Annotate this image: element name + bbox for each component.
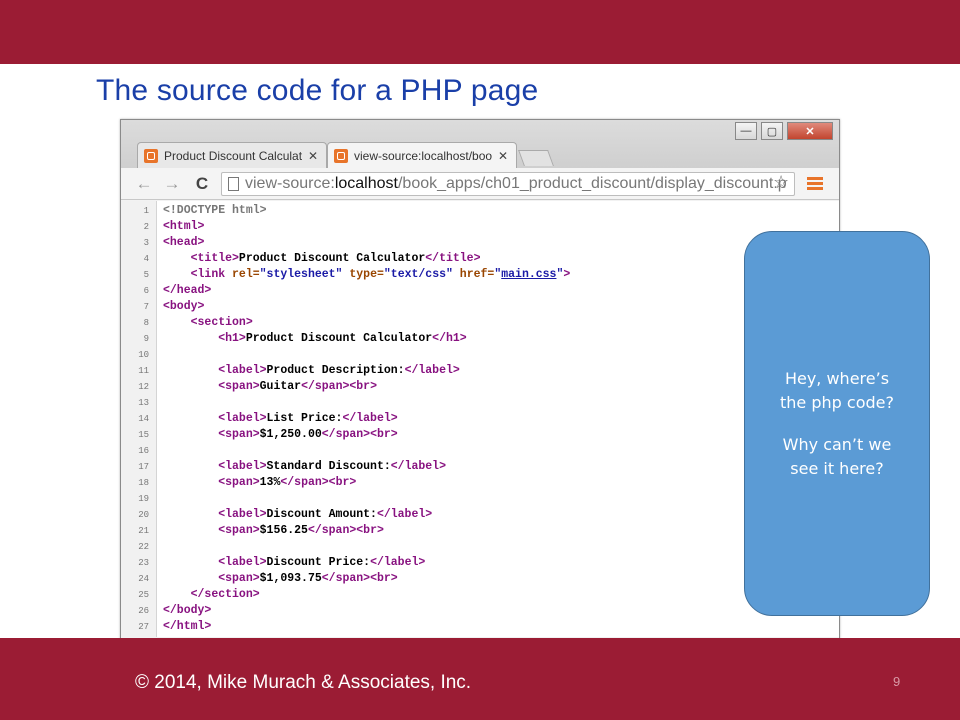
source-line: 18 <span>13%</span><br>: [138, 476, 357, 489]
new-tab-button[interactable]: [518, 150, 554, 166]
xampp-favicon-icon: [144, 148, 158, 163]
close-icon[interactable]: ✕: [496, 149, 510, 163]
source-line: 14 <label>List Price:</label>: [138, 412, 398, 425]
source-line: 26 </body>: [138, 604, 212, 617]
address-bar[interactable]: view-source:localhost/book_apps/ch01_pro…: [221, 172, 795, 196]
browser-titlebar: Product Discount Calculat ✕ view-source:…: [121, 120, 839, 168]
source-line: 21 <span>$156.25</span><br>: [138, 524, 384, 537]
page-icon: [228, 177, 239, 191]
source-line: 1 <!DOCTYPE html>: [143, 204, 267, 217]
source-line: 10: [138, 350, 149, 360]
forward-arrow-icon[interactable]: →: [161, 173, 183, 195]
page-number: 9: [893, 674, 901, 689]
tab-view-source[interactable]: view-source:localhost/boo ✕: [327, 142, 517, 168]
source-line: 13: [138, 398, 149, 408]
main-css-link[interactable]: main.css: [501, 268, 556, 281]
source-line: 4 <title>Product Discount Calculator</ti…: [143, 252, 481, 265]
source-line: 17 <label>Standard Discount:</label>: [138, 460, 446, 473]
source-line: 27 </html>: [138, 620, 212, 633]
source-line: 11 <label>Product Description:</label>: [138, 364, 460, 377]
copyright-text: © 2014, Mike Murach & Associates, Inc.: [135, 672, 472, 693]
source-line: 2 <html>: [143, 220, 205, 233]
source-line: 8 <section>: [143, 316, 253, 329]
source-view: 1 <!DOCTYPE html> 2 <html> 3 <head> 4 <titl…: [121, 201, 839, 637]
callout-line: Hey, where’s: [784, 368, 890, 388]
minimize-button[interactable]: —: [735, 122, 757, 140]
xampp-favicon-icon: [334, 148, 348, 163]
url-text: view-source:localhost/book_apps/ch01_pro…: [245, 175, 787, 192]
browser-toolbar: ← → C view-source:localhost/book_apps/ch…: [121, 168, 839, 200]
callout-line: see it here?: [790, 458, 884, 478]
source-line: 16: [138, 446, 149, 456]
hamburger-menu-icon[interactable]: [807, 177, 823, 191]
browser-window: Product Discount Calculat ✕ view-source:…: [120, 119, 840, 647]
back-arrow-icon[interactable]: ←: [133, 173, 155, 195]
callout-line: Why can’t we: [782, 434, 892, 454]
callout-box: Hey, where’s the php code? Why can’t we …: [744, 231, 930, 616]
tab-product-discount[interactable]: Product Discount Calculat ✕: [137, 142, 327, 168]
source-line: 5 <link rel="stylesheet" type="text/css"…: [143, 268, 571, 281]
source-line: 19: [138, 494, 149, 504]
bookmark-star-icon[interactable]: ☆: [773, 172, 789, 193]
source-line: 20 <label>Discount Amount:</label>: [138, 508, 433, 521]
source-line: 25 </section>: [138, 588, 260, 601]
close-window-button[interactable]: ✕: [787, 122, 833, 140]
top-banner: [0, 0, 960, 64]
slide-title: The source code for a PHP page: [96, 74, 539, 107]
reload-icon[interactable]: C: [191, 173, 213, 195]
maximize-button[interactable]: ▢: [761, 122, 783, 140]
source-line: 6 </head>: [143, 284, 212, 297]
source-line: 24 <span>$1,093.75</span><br>: [138, 572, 398, 585]
source-line: 12 <span>Guitar</span><br>: [138, 380, 377, 393]
tab-label: view-source:localhost/boo: [354, 148, 492, 163]
source-line: 7 <body>: [143, 300, 205, 313]
source-line: 23 <label>Discount Price:</label>: [138, 556, 426, 569]
close-icon[interactable]: ✕: [306, 149, 320, 163]
tab-label: Product Discount Calculat: [164, 148, 302, 163]
callout-line: the php code?: [780, 392, 894, 412]
source-line: 3 <head>: [143, 236, 205, 249]
source-line: 22: [138, 542, 149, 552]
source-line: 9 <h1>Product Discount Calculator</h1>: [143, 332, 467, 345]
source-line: 15 <span>$1,250.00</span><br>: [138, 428, 398, 441]
